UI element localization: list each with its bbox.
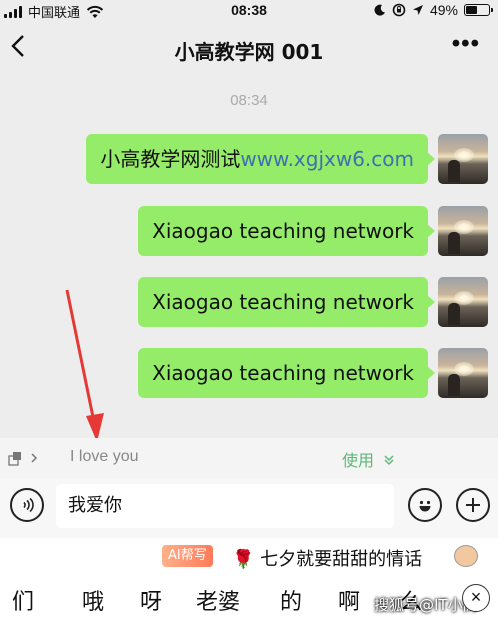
message-input[interactable]: 我爱你 [56, 484, 394, 528]
candidate[interactable]: 啊 [338, 584, 360, 616]
voice-toggle-button[interactable] [10, 488, 44, 522]
message-row: 小高教学网测试www.xgjxw6.com [86, 134, 488, 184]
avatar[interactable] [438, 206, 488, 256]
message-row: Xiaogao teaching network [138, 277, 488, 327]
close-icon[interactable]: × [462, 584, 490, 612]
ime-suggestion[interactable]: 🌹 七夕就要甜甜的情话 [232, 545, 422, 571]
battery-percent: 49% [429, 2, 458, 18]
status-bar: 中国联通 08:38 49% [0, 0, 498, 22]
moon-icon [374, 4, 385, 16]
ime-suggestion-text: 七夕就要甜甜的情话 [260, 549, 423, 570]
annotation-arrow [65, 289, 104, 442]
rotation-lock-icon [392, 3, 406, 17]
mascot-icon[interactable] [454, 545, 478, 567]
avatar[interactable] [438, 277, 488, 327]
message-input-bar: 我爱你 [0, 478, 498, 538]
battery-fill [466, 6, 477, 14]
message-text: 小高教学网测试 [100, 147, 241, 171]
avatar[interactable] [438, 348, 488, 398]
ime-toolbar: AI帮写 🌹 七夕就要甜甜的情话 [0, 538, 498, 574]
message-link[interactable]: www.xgjxw6.com [240, 147, 414, 171]
use-translation-button[interactable]: 使用 [342, 447, 395, 471]
avatar[interactable] [438, 134, 488, 184]
emoji-icon [419, 500, 431, 512]
rose-icon: 🌹 [232, 549, 255, 570]
message-text: Xiaogao teaching network [152, 219, 414, 243]
double-chevron-down-icon [384, 455, 394, 466]
add-button[interactable] [456, 488, 490, 522]
ai-write-button[interactable]: AI帮写 [162, 545, 213, 567]
message-row: Xiaogao teaching network [138, 206, 488, 256]
candidate[interactable]: 们 [12, 584, 34, 616]
ime-candidate-bar: 们 哦 呀 老婆 的 啊 么 搜狐号@IT小高 × [0, 574, 498, 624]
status-right: 49% [374, 2, 493, 18]
translation-text: I love you [70, 448, 139, 465]
candidate[interactable]: 老婆 [196, 584, 240, 616]
chat-title: 小高教学网 001 [174, 40, 324, 64]
more-icon[interactable]: ••• [452, 30, 480, 58]
message-text: Xiaogao teaching network [152, 361, 414, 385]
message-bubble[interactable]: Xiaogao teaching network [138, 206, 435, 256]
battery-icon [464, 4, 493, 16]
chat-timestamp: 08:34 [230, 92, 268, 109]
translate-icon[interactable] [8, 450, 38, 469]
chat-header: 小高教学网 001 ••• [0, 22, 498, 74]
candidate[interactable]: 的 [280, 584, 302, 616]
message-text: Xiaogao teaching network [152, 290, 414, 314]
message-bubble[interactable]: Xiaogao teaching network [138, 277, 435, 327]
message-bubble[interactable]: 小高教学网测试www.xgjxw6.com [86, 134, 435, 184]
message-bubble[interactable]: Xiaogao teaching network [138, 348, 435, 398]
translation-suggestion-bar: I love you 使用 [0, 438, 498, 478]
emoji-button[interactable] [408, 488, 442, 522]
candidate[interactable]: 呀 [140, 584, 162, 616]
voice-icon [23, 497, 34, 513]
candidate[interactable]: 哦 [82, 584, 104, 616]
location-icon [412, 5, 423, 15]
use-label: 使用 [342, 451, 375, 470]
message-row: Xiaogao teaching network [138, 348, 488, 398]
plus-icon [466, 498, 480, 512]
